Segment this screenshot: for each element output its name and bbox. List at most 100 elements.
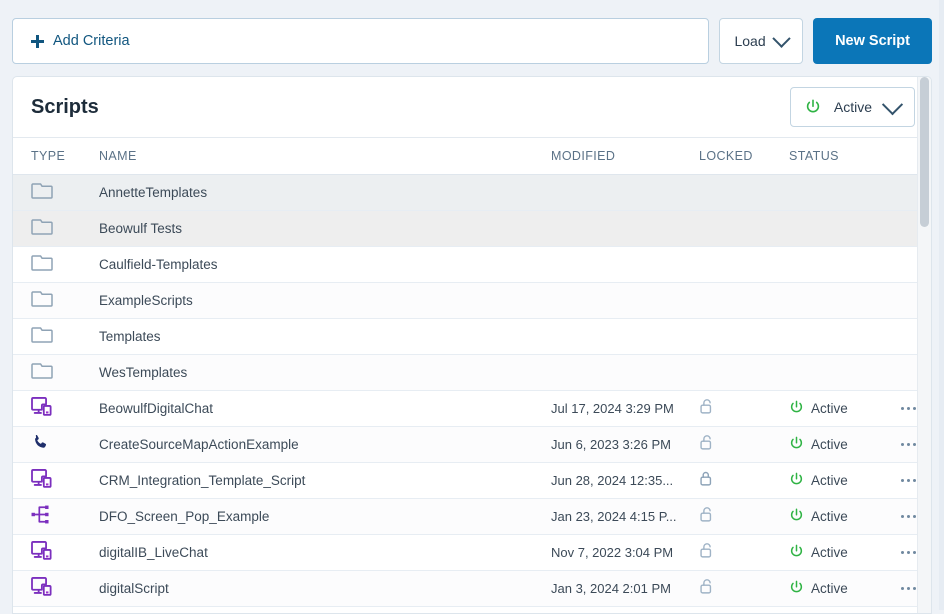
- table-row[interactable]: Beowulf Tests: [13, 211, 931, 247]
- table-row[interactable]: DFO_Screen_Pop_ExampleJan 23, 2024 4:15 …: [13, 499, 931, 535]
- row-type-cell: [31, 469, 99, 493]
- page-scrollbar[interactable]: [939, 0, 944, 610]
- row-modified: Jun 28, 2024 12:35...: [551, 473, 699, 488]
- status-badge: Active: [811, 545, 848, 560]
- row-type-cell: [31, 361, 99, 384]
- row-locked-cell: [699, 578, 789, 600]
- table-row[interactable]: Templates: [13, 319, 931, 355]
- row-name: digitalIB_LiveChat: [99, 545, 551, 560]
- row-status: Active: [789, 508, 899, 526]
- table-row[interactable]: digitalIB_LiveChatNov 7, 2022 3:04 PMAct…: [13, 535, 931, 571]
- row-name: ExampleScripts: [99, 293, 551, 308]
- new-script-button[interactable]: New Script: [813, 18, 932, 64]
- table-row[interactable]: WesTemplates: [13, 355, 931, 391]
- plus-icon: [31, 35, 44, 48]
- row-name: WesTemplates: [99, 365, 551, 380]
- column-header-type[interactable]: TYPE: [31, 149, 99, 163]
- table-header-row: TYPE NAME MODIFIED LOCKED STATUS: [13, 137, 931, 175]
- unlocked-icon: [699, 578, 714, 600]
- row-more-menu-button[interactable]: [899, 511, 918, 522]
- row-modified: Jun 6, 2023 3:26 PM: [551, 437, 699, 452]
- row-status: Active: [789, 400, 899, 418]
- column-header-modified[interactable]: MODIFIED: [551, 149, 699, 163]
- status-badge: Active: [811, 401, 848, 416]
- status-badge: Active: [811, 437, 848, 452]
- scripts-page: Add Criteria Load New Script Scripts Act…: [0, 0, 944, 610]
- table-row[interactable]: Caulfield-Templates: [13, 247, 931, 283]
- load-button[interactable]: Load: [719, 18, 803, 64]
- row-name: CRM_Integration_Template_Script: [99, 473, 551, 488]
- scripts-card: Scripts Active TYPE NAME MODIFIED LOCKED…: [12, 76, 932, 614]
- row-type-cell: [31, 505, 99, 529]
- power-icon: [805, 99, 821, 115]
- page-title: Scripts: [31, 96, 99, 119]
- column-header-name[interactable]: NAME: [99, 149, 551, 163]
- row-status: Active: [789, 580, 899, 598]
- row-name: DFO_Screen_Pop_Example: [99, 509, 551, 524]
- status-filter-value: Active: [834, 99, 872, 115]
- criteria-toolbar: Add Criteria Load New Script: [12, 0, 932, 64]
- scripts-table-body: AnnetteTemplates Beowulf Tests Caulfield-T…: [13, 175, 931, 607]
- power-icon: [789, 400, 804, 418]
- add-criteria-label: Add Criteria: [53, 33, 130, 49]
- power-icon: [789, 544, 804, 562]
- table-scrollbar-thumb[interactable]: [920, 77, 929, 227]
- table-row[interactable]: AnnetteTemplates: [13, 175, 931, 211]
- table-row[interactable]: ExampleScripts: [13, 283, 931, 319]
- sitemap-icon: [31, 505, 52, 529]
- folder-icon: [31, 217, 53, 240]
- row-more-menu-button[interactable]: [899, 475, 918, 486]
- locked-icon: [699, 470, 714, 492]
- digital-chat-icon: [31, 397, 52, 421]
- power-icon: [789, 580, 804, 598]
- row-name: Caulfield-Templates: [99, 257, 551, 272]
- table-row[interactable]: CreateSourceMapActionExampleJun 6, 2023 …: [13, 427, 931, 463]
- column-header-status[interactable]: STATUS: [789, 149, 899, 163]
- criteria-box[interactable]: Add Criteria: [12, 18, 709, 64]
- unlocked-icon: [699, 506, 714, 528]
- chevron-down-icon: [772, 29, 790, 47]
- row-locked-cell: [699, 470, 789, 492]
- row-status: Active: [789, 436, 899, 454]
- digital-chat-icon: [31, 469, 52, 493]
- row-type-cell: [31, 253, 99, 276]
- row-more-menu-button[interactable]: [899, 403, 918, 414]
- row-more-menu-button[interactable]: [899, 547, 918, 558]
- table-row[interactable]: BeowulfDigitalChatJul 17, 2024 3:29 PMAc…: [13, 391, 931, 427]
- status-badge: Active: [811, 509, 848, 524]
- row-name: BeowulfDigitalChat: [99, 401, 551, 416]
- add-criteria-button[interactable]: Add Criteria: [31, 33, 130, 49]
- unlocked-icon: [699, 398, 714, 420]
- row-status: Active: [789, 472, 899, 490]
- row-name: AnnetteTemplates: [99, 185, 551, 200]
- row-locked-cell: [699, 434, 789, 456]
- digital-chat-icon: [31, 541, 52, 565]
- folder-icon: [31, 361, 53, 384]
- chevron-down-icon: [882, 94, 903, 115]
- status-badge: Active: [811, 473, 848, 488]
- card-header: Scripts Active: [13, 77, 931, 137]
- folder-icon: [31, 181, 53, 204]
- row-locked-cell: [699, 398, 789, 420]
- row-type-cell: [31, 325, 99, 348]
- row-more-menu-button[interactable]: [899, 439, 918, 450]
- column-header-locked[interactable]: LOCKED: [699, 149, 789, 163]
- table-row[interactable]: digitalScriptJan 3, 2024 2:01 PMActive: [13, 571, 931, 607]
- row-locked-cell: [699, 542, 789, 564]
- status-badge: Active: [811, 581, 848, 596]
- power-icon: [789, 472, 804, 490]
- table-scrollbar-track[interactable]: [917, 77, 931, 613]
- folder-icon: [31, 325, 53, 348]
- unlocked-icon: [699, 542, 714, 564]
- status-filter-dropdown[interactable]: Active: [790, 87, 915, 127]
- row-type-cell: [31, 289, 99, 312]
- row-type-cell: [31, 181, 99, 204]
- row-name: Templates: [99, 329, 551, 344]
- row-type-cell: [31, 397, 99, 421]
- load-label: Load: [734, 33, 765, 49]
- row-more-menu-button[interactable]: [899, 583, 918, 594]
- digital-chat-icon: [31, 577, 52, 601]
- phone-icon: [31, 433, 50, 457]
- row-type-cell: [31, 577, 99, 601]
- table-row[interactable]: CRM_Integration_Template_ScriptJun 28, 2…: [13, 463, 931, 499]
